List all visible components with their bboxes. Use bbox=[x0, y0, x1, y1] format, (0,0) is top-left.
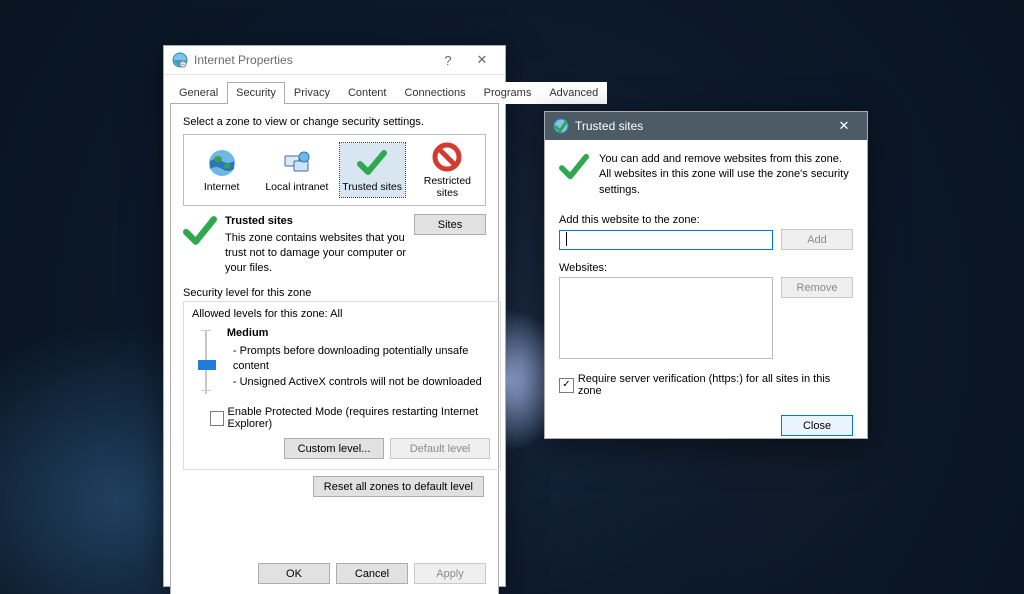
allowed-levels-label: Allowed levels for this zone: All bbox=[192, 308, 492, 320]
close-button[interactable]: ✕ bbox=[465, 47, 499, 73]
zone-restricted-sites[interactable]: Restricted sites bbox=[415, 137, 480, 203]
level-name: Medium bbox=[227, 326, 492, 341]
zone-internet[interactable]: Internet bbox=[189, 143, 254, 197]
zone-trusted-sites-label: Trusted sites bbox=[340, 181, 405, 193]
remove-button: Remove bbox=[781, 277, 853, 298]
add-website-label: Add this website to the zone: bbox=[559, 214, 853, 226]
require-https-label: Require server verification (https:) for… bbox=[578, 373, 853, 397]
checkmark-icon bbox=[559, 152, 589, 182]
security-level-slider[interactable] bbox=[196, 326, 215, 398]
protected-mode-label: Enable Protected Mode (requires restarti… bbox=[228, 406, 492, 430]
trusted-sites-icon bbox=[553, 118, 569, 134]
checkmark-icon bbox=[356, 147, 388, 179]
restricted-icon bbox=[431, 141, 463, 173]
tab-content[interactable]: Content bbox=[339, 82, 396, 104]
reset-all-zones-button[interactable]: Reset all zones to default level bbox=[313, 476, 484, 497]
custom-level-button[interactable]: Custom level... bbox=[284, 438, 384, 459]
websites-listbox[interactable] bbox=[559, 277, 773, 359]
zone-trusted-sites[interactable]: Trusted sites bbox=[340, 143, 405, 197]
default-level-button: Default level bbox=[390, 438, 490, 459]
tab-privacy[interactable]: Privacy bbox=[285, 82, 339, 104]
tab-advanced[interactable]: Advanced bbox=[540, 82, 607, 104]
cancel-button[interactable]: Cancel bbox=[336, 563, 408, 584]
level-desc-line1: - Prompts before downloading potentially… bbox=[227, 344, 492, 375]
trusted-sites-dialog: Trusted sites ✕ You can add and remove w… bbox=[544, 111, 868, 439]
add-website-input[interactable] bbox=[559, 230, 773, 250]
add-button: Add bbox=[781, 229, 853, 250]
security-tab-panel: Select a zone to view or change security… bbox=[170, 103, 499, 594]
titlebar[interactable]: Internet Properties ? ✕ bbox=[164, 46, 505, 75]
ok-button[interactable]: OK bbox=[258, 563, 330, 584]
security-level-label: Security level for this zone bbox=[183, 287, 486, 299]
tab-security[interactable]: Security bbox=[227, 82, 285, 104]
dialog-body: You can add and remove websites from thi… bbox=[545, 140, 867, 448]
tab-programs[interactable]: Programs bbox=[475, 82, 541, 104]
desktop-background: Internet Properties ? ✕ General Security… bbox=[0, 0, 1024, 594]
protected-mode-checkbox[interactable] bbox=[210, 411, 224, 426]
require-https-checkbox[interactable]: ✓ bbox=[559, 378, 574, 393]
zone-restricted-sites-label: Restricted sites bbox=[415, 175, 480, 199]
trusted-sites-heading: Trusted sites bbox=[225, 214, 406, 229]
intranet-icon bbox=[281, 147, 313, 179]
globe-icon bbox=[206, 147, 238, 179]
checkmark-icon bbox=[183, 214, 217, 248]
internet-properties-window: Internet Properties ? ✕ General Security… bbox=[163, 45, 506, 587]
security-level-group: Allowed levels for this zone: All Medium… bbox=[183, 301, 501, 470]
dialog-intro-text: You can add and remove websites from thi… bbox=[599, 152, 853, 198]
internet-options-icon bbox=[172, 52, 188, 68]
level-desc-line2: - Unsigned ActiveX controls will not be … bbox=[227, 375, 492, 390]
zone-internet-label: Internet bbox=[189, 181, 254, 193]
help-button[interactable]: ? bbox=[431, 47, 465, 73]
tab-strip: General Security Privacy Content Connect… bbox=[164, 75, 505, 103]
zone-local-intranet[interactable]: Local intranet bbox=[264, 143, 329, 197]
window-title: Internet Properties bbox=[194, 53, 431, 67]
tab-connections[interactable]: Connections bbox=[395, 82, 474, 104]
dialog-title: Trusted sites bbox=[575, 119, 827, 133]
titlebar[interactable]: Trusted sites ✕ bbox=[545, 112, 867, 140]
apply-button: Apply bbox=[414, 563, 486, 584]
websites-label: Websites: bbox=[559, 262, 853, 274]
close-button[interactable]: Close bbox=[781, 415, 853, 436]
zone-list: Internet Local intranet Trusted sites bbox=[183, 134, 486, 206]
close-button[interactable]: ✕ bbox=[827, 113, 861, 139]
trusted-sites-description: This zone contains websites that you tru… bbox=[225, 231, 406, 276]
sites-button[interactable]: Sites bbox=[414, 214, 486, 235]
zone-local-intranet-label: Local intranet bbox=[264, 181, 329, 193]
zone-select-label: Select a zone to view or change security… bbox=[183, 116, 486, 128]
tab-general[interactable]: General bbox=[170, 82, 227, 104]
